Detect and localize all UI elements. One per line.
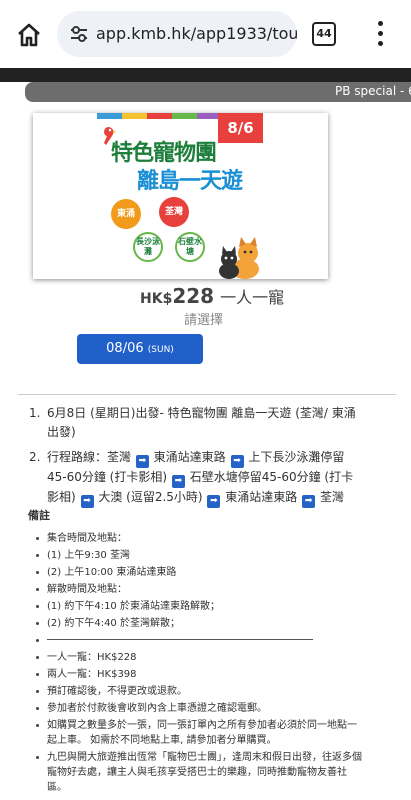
route-segment: 大澳 (逗留2.5小時) (98, 490, 203, 504)
list-item: 解散時間及地點： (36, 582, 366, 597)
itinerary-section: 1. 6月8日 (星期日)出發- 特色寵物團 離島一天遊 (荃灣/ 東涌出發) … (16, 404, 361, 514)
list-item: 如購買之數量多於一張，同一張訂單內之所有參加者必須於同一地點一起上車。 如需於不… (36, 718, 366, 748)
price-currency: HK$ (140, 291, 173, 307)
list-item: 兩人一寵：HK$398 (36, 667, 366, 682)
route-segment: 東涌站達東路 (153, 450, 226, 464)
list-item: 2. 行程路線：荃灣 ➡ 東涌站達東路 ➡ 上下長沙泳灘停留45-60分鐘 (打… (16, 448, 361, 508)
date-option-label: 08/06 (106, 341, 148, 356)
stripe (197, 113, 218, 119)
choose-hint: 請選擇 (184, 313, 224, 328)
more-menu-icon[interactable] (370, 20, 390, 48)
pets-illustration-icon (219, 237, 259, 279)
list-item: (2) 上午10:00 東涌站達東路 (36, 565, 366, 580)
product-image-card[interactable]: 8/6 特色寵物團 離島一天遊 東涌 荃灣 長沙泳灘 石壁水塘 (33, 113, 328, 279)
itinerary-list: 1. 6月8日 (星期日)出發- 特色寵物團 離島一天遊 (荃灣/ 東涌出發) … (16, 404, 361, 508)
stop-circle: 長沙泳灘 (133, 232, 163, 262)
price-unit: 一人一寵 (220, 288, 285, 307)
list-item: 參加者於付款後會收到內含上車憑證之確認電郵。 (36, 701, 366, 716)
date-option-day: (SUN) (147, 345, 174, 355)
stop-circle: 石壁水塘 (175, 232, 205, 262)
header-strip (0, 68, 411, 82)
stripe (147, 113, 172, 119)
list-item: (1) 約下午4:10 於東涌站達東路解散； (36, 599, 366, 614)
list-item: (2) 約下午4:40 於荃灣解散； (36, 616, 366, 631)
list-item: (1) 上午9:30 荃灣 (36, 548, 366, 563)
right-arrow-icon: ➡ (230, 455, 244, 468)
browser-toolbar: app.kmb.hk/app1933/tourbu 44 (0, 0, 411, 68)
announcement-marquee: PB special - 6/ (25, 82, 411, 102)
right-arrow-icon: ➡ (135, 455, 149, 468)
separator-item (36, 633, 366, 648)
home-icon[interactable] (14, 20, 44, 50)
stop-circle: 荃灣 (159, 197, 189, 227)
route-segment: 行程路線：荃灣 (47, 450, 132, 464)
right-arrow-icon: ➡ (80, 495, 94, 508)
date-option-button[interactable]: 08/06 (SUN) (77, 334, 203, 364)
stripe (97, 113, 122, 119)
stripe (172, 113, 197, 119)
tour-poster: 8/6 特色寵物團 離島一天遊 東涌 荃灣 長沙泳灘 石壁水塘 (97, 113, 263, 279)
address-bar[interactable]: app.kmb.hk/app1933/tourbu (57, 11, 297, 57)
stripe (122, 113, 147, 119)
list-item: 1. 6月8日 (星期日)出發- 特色寵物團 離島一天遊 (荃灣/ 東涌出發) (16, 404, 361, 442)
price-amount: 228 (172, 284, 215, 308)
separator-line (47, 639, 313, 640)
notes-heading: 備註 (28, 509, 50, 522)
marquee-text: PB special - 6/ (335, 84, 411, 98)
url-text[interactable]: app.kmb.hk/app1933/tourbu (96, 24, 297, 43)
notes-list: 集合時間及地點： (1) 上午9:30 荃灣 (2) 上午10:00 東涌站達東… (36, 531, 366, 797)
route-segment: 荃灣 (319, 490, 344, 504)
right-arrow-icon: ➡ (302, 495, 316, 508)
list-item: 九巴與開大旅遊推出恆常「寵物巴士團」，逢周末和假日出發，往返多個寵物好去處，讓主… (36, 750, 366, 795)
list-item: 預訂確認後，不得更改或退款。 (36, 684, 366, 699)
list-number: 2. (29, 450, 41, 464)
stop-circle: 東涌 (111, 199, 141, 229)
poster-date-badge: 8/6 (218, 113, 263, 143)
list-item: 一人一寵：HK$228 (36, 650, 366, 665)
itinerary-text: 6月8日 (星期日)出發- 特色寵物團 離島一天遊 (荃灣/ 東涌出發) (47, 406, 356, 439)
price-display: HK$228 一人一寵 (140, 284, 284, 308)
tab-switcher-button[interactable]: 44 (312, 22, 336, 46)
list-item: 集合時間及地點： (36, 531, 366, 546)
poster-title-line2: 離島一天遊 (137, 169, 243, 194)
right-arrow-icon: ➡ (171, 475, 185, 488)
list-number: 1. (29, 406, 41, 420)
section-divider (18, 394, 396, 395)
right-arrow-icon: ➡ (207, 495, 221, 508)
site-settings-icon[interactable] (68, 23, 90, 45)
route-segment: 東涌站達東路 (225, 490, 298, 504)
